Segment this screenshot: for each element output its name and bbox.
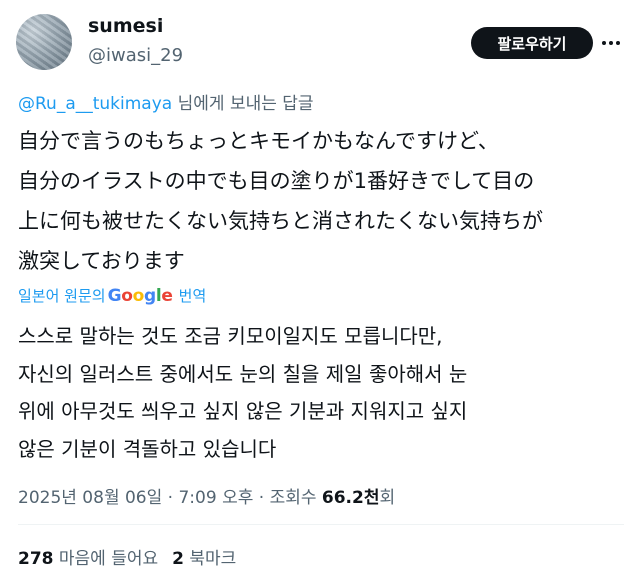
likes-stat[interactable]: 278 마음에 들어요 [18,549,158,569]
avatar[interactable] [16,14,72,70]
reply-suffix: 님에게 보내는 답글 [172,94,314,114]
engagement-stats: 278 마음에 들어요 2 북마크 [18,544,236,569]
translation-prefix: 일본어 원문의 [18,287,106,305]
bookmarks-stat[interactable]: 2 북마크 [172,549,236,569]
likes-count: 278 [18,549,54,569]
translated-text-line: 위에 아무것도 씌우고 싶지 않은 기분과 지워지고 싶지 [18,399,468,423]
tweet-date[interactable]: 2025년 08월 06일 [18,488,162,508]
tweet-text-line: 自分のイラストの中でも目の塗りが1番好きでして目の [18,169,535,193]
translated-text-line: 스스로 말하는 것도 조금 키모이일지도 모릅니다만, [18,324,443,348]
views-count: 66.2천 [321,488,380,508]
tweet-time[interactable]: 7:09 오후 [178,488,253,508]
likes-label: 마음에 들어요 [58,549,159,569]
tweet-text-line: 激突しております [18,249,185,273]
divider [18,524,624,525]
bookmarks-count: 2 [172,549,184,569]
google-logo: Google [107,285,173,306]
reply-context: @Ru_a__tukimaya 님에게 보내는 답글 [18,89,314,114]
translation-suffix: 번역 [178,287,207,305]
reply-mention-link[interactable]: @Ru_a__tukimaya [18,94,172,114]
follow-button[interactable]: 팔로우하기 [471,27,593,59]
views-prefix: 조회수 [269,488,317,508]
tweet-text: 自分で言うのもちょっとキモイかもなんですけど、 自分のイラストの中でも目の塗りが… [18,121,628,281]
translated-text-line: 자신의 일러스트 중에서도 눈의 칠을 제일 좋아해서 눈 [18,361,468,386]
translated-text-line: 않은 기분이 격돌하고 있습니다 [18,436,277,461]
tweet-text-line: 自分で言うのもちょっとキモイかもなんですけど、 [18,129,499,153]
views-suffix: 회 [379,488,396,508]
translation-attribution[interactable]: 일본어 원문의 Google 번역 [18,285,206,306]
display-name[interactable]: sumesi [88,15,163,37]
more-options-icon[interactable] [598,30,624,56]
tweet-meta: 2025년 08월 06일 · 7:09 오후 · 조회수 66.2천회 [18,488,396,508]
translated-text: 스스로 말하는 것도 조금 키모이일지도 모릅니다만, 자신의 일러스트 중에서… [18,318,628,468]
bookmarks-label: 북마크 [189,549,237,569]
user-handle[interactable]: @iwasi_29 [88,45,183,66]
tweet-text-line: 上に何も被せたくない気持ちと消されたくない気持ちが [18,209,543,233]
